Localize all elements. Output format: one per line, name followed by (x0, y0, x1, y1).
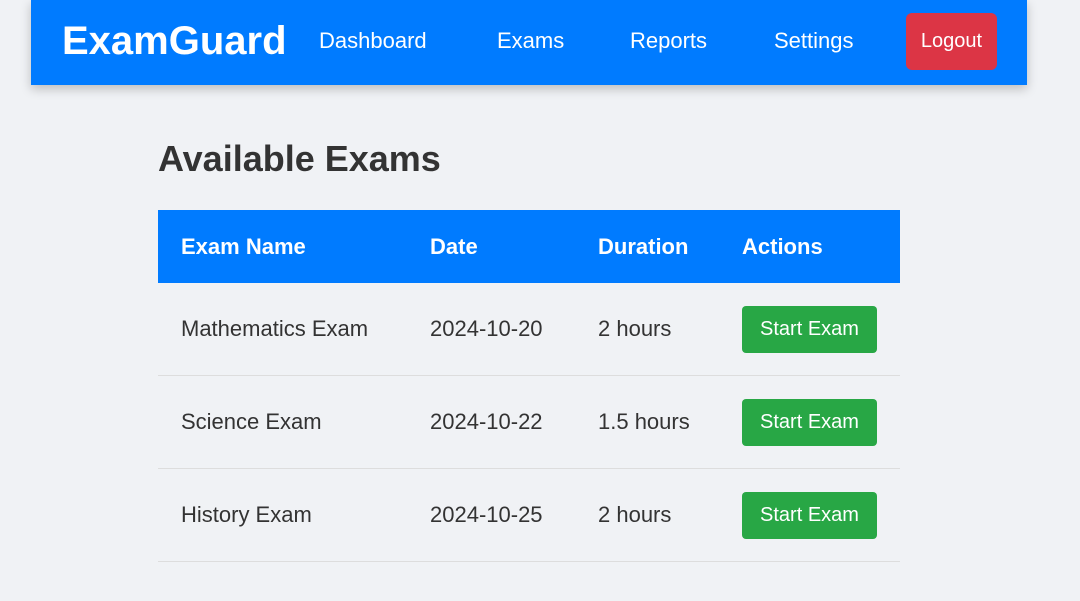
start-exam-button[interactable]: Start Exam (742, 305, 877, 353)
exam-duration-cell: 2 hours (575, 468, 719, 562)
exams-table: Exam Name Date Duration Actions Mathemat… (158, 210, 900, 562)
table-row: History Exam 2024-10-25 2 hours Start Ex… (158, 468, 900, 562)
column-header-exam-name: Exam Name (181, 233, 306, 259)
exam-actions-cell: Start Exam (719, 375, 900, 469)
exam-date-cell: 2024-10-25 (407, 468, 575, 562)
page-title: Available Exams (158, 138, 441, 179)
nav-link-reports[interactable]: Reports (630, 27, 707, 55)
table-header-row: Exam Name Date Duration Actions (158, 210, 900, 283)
table-row: Mathematics Exam 2024-10-20 2 hours Star… (158, 283, 900, 376)
start-exam-button[interactable]: Start Exam (742, 491, 877, 539)
table-row: Science Exam 2024-10-22 1.5 hours Start … (158, 375, 900, 469)
column-header-date: Date (430, 233, 478, 259)
top-navbar: ExamGuard Dashboard Exams Reports Settin… (31, 0, 1027, 85)
exam-date-cell: 2024-10-22 (407, 375, 575, 469)
exam-date-cell: 2024-10-20 (407, 283, 575, 376)
exam-duration-cell: 2 hours (575, 283, 719, 376)
nav-link-exams[interactable]: Exams (497, 27, 564, 55)
start-exam-button[interactable]: Start Exam (742, 398, 877, 446)
column-header-duration: Duration (598, 233, 689, 259)
logout-button[interactable]: Logout (906, 13, 997, 70)
nav-link-dashboard[interactable]: Dashboard (319, 27, 427, 55)
exam-name-cell: Mathematics Exam (158, 283, 407, 376)
column-header-actions: Actions (742, 233, 823, 259)
exam-actions-cell: Start Exam (719, 283, 900, 376)
brand-logo[interactable]: ExamGuard (62, 16, 287, 66)
exam-duration-cell: 1.5 hours (575, 375, 719, 469)
nav-link-settings[interactable]: Settings (774, 27, 854, 55)
exam-name-cell: History Exam (158, 468, 407, 562)
exam-name-cell: Science Exam (158, 375, 407, 469)
exam-actions-cell: Start Exam (719, 468, 900, 562)
